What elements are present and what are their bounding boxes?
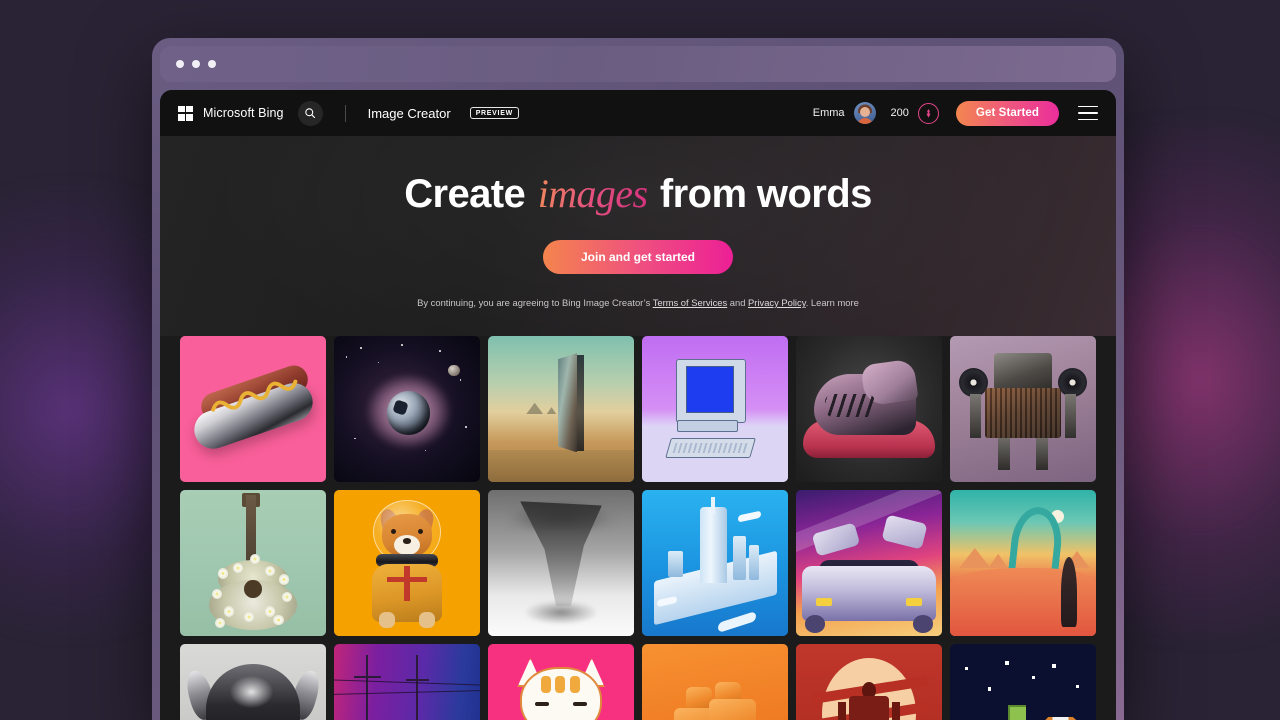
horned-helmet-art (180, 643, 326, 720)
power-lines-dusk-art (334, 643, 480, 720)
pink-sneaker-art (796, 335, 942, 482)
app-header: Microsoft Bing Image Creator PREVIEW Emm… (160, 90, 1116, 136)
orange-blocks-art (642, 643, 788, 720)
header-right-group: Emma 200 Get Started (812, 100, 1098, 126)
browser-window: Microsoft Bing Image Creator PREVIEW Emm… (152, 38, 1124, 720)
join-and-get-started-button[interactable]: Join and get started (542, 240, 734, 274)
desert-traveler-art (950, 489, 1096, 636)
cartoon-cat-art (488, 643, 634, 720)
microsoft-logo-icon[interactable] (178, 105, 193, 121)
gallery-tile-orange-blocks[interactable] (642, 643, 788, 720)
hero-section: Create images from words Join and get st… (160, 136, 1116, 336)
gallery-tile-synthwave-delorean[interactable] (796, 489, 942, 636)
gallery-tile-horned-helmet[interactable] (180, 643, 326, 720)
page-title: Create images from words (160, 171, 1116, 216)
sample-image-gallery (160, 335, 1116, 720)
legal-text-pre: By continuing, you are agreeing to Bing … (417, 297, 653, 308)
legal-text-post: . Learn more (805, 297, 859, 308)
astronaut-shiba-art (334, 489, 480, 636)
isometric-city-art (642, 489, 788, 636)
gallery-tile-desert-traveler[interactable] (950, 489, 1096, 636)
window-minimize-button[interactable] (192, 60, 200, 68)
boost-count-label: 200 (890, 107, 909, 119)
boost-token-icon[interactable] (917, 102, 939, 124)
browser-titlebar[interactable] (160, 46, 1116, 82)
bing-image-creator-page: Microsoft Bing Image Creator PREVIEW Emm… (160, 90, 1116, 720)
desert-monolith-art (488, 335, 634, 482)
gallery-tile-cartoon-cat[interactable] (488, 643, 634, 720)
pixel-space-art (950, 643, 1096, 720)
flower-guitar-art (180, 489, 326, 636)
get-started-button[interactable]: Get Started (955, 100, 1059, 126)
gallery-tile-pixel-space[interactable] (950, 643, 1096, 720)
privacy-policy-link[interactable]: Privacy Policy (748, 297, 806, 308)
gallery-tile-pink-sneaker[interactable] (796, 335, 942, 482)
vintage-robot-art (950, 335, 1096, 482)
tornado-monochrome-art (488, 489, 634, 636)
avatar[interactable] (853, 102, 876, 124)
preview-badge: PREVIEW (469, 106, 519, 120)
legal-text-mid: and (727, 297, 749, 308)
brand-label[interactable]: Microsoft Bing (203, 106, 284, 120)
gallery-tile-astronaut-shiba[interactable] (334, 489, 480, 636)
desktop-backdrop: Microsoft Bing Image Creator PREVIEW Emm… (0, 0, 1280, 720)
chrome-hot-dog-art (180, 335, 326, 482)
gallery-tile-red-droid[interactable] (796, 643, 942, 720)
gallery-tile-desert-monolith[interactable] (488, 335, 634, 482)
gallery-tile-retro-computer[interactable] (642, 335, 788, 482)
gallery-tile-chrome-hot-dog[interactable] (180, 335, 326, 482)
gallery-tile-tornado-monochrome[interactable] (488, 489, 634, 636)
retro-computer-art (642, 335, 788, 482)
user-name-label: Emma (812, 107, 845, 119)
window-close-button[interactable] (176, 60, 184, 68)
synthwave-delorean-art (796, 489, 942, 636)
headline-post: from words (649, 172, 872, 216)
headline-pre: Create (404, 172, 536, 216)
red-droid-art (796, 643, 942, 720)
legal-disclaimer: By continuing, you are agreeing to Bing … (160, 296, 1116, 310)
hamburger-menu-icon[interactable] (1078, 105, 1098, 121)
gallery-tile-isometric-city[interactable] (642, 489, 788, 636)
headline-accent: images (537, 171, 648, 216)
search-icon[interactable] (297, 100, 323, 126)
gallery-tile-flower-guitar[interactable] (180, 489, 326, 636)
header-left-group: Microsoft Bing Image Creator PREVIEW (178, 100, 519, 126)
terms-of-services-link[interactable]: Terms of Services (653, 297, 728, 308)
app-title[interactable]: Image Creator (368, 106, 451, 121)
header-divider (344, 104, 346, 122)
gallery-tile-vintage-robot[interactable] (950, 335, 1096, 482)
window-maximize-button[interactable] (208, 60, 216, 68)
gallery-tile-power-lines-dusk[interactable] (334, 643, 480, 720)
soccer-ball-space-art (334, 335, 480, 482)
gallery-tile-soccer-ball-space[interactable] (334, 335, 480, 482)
